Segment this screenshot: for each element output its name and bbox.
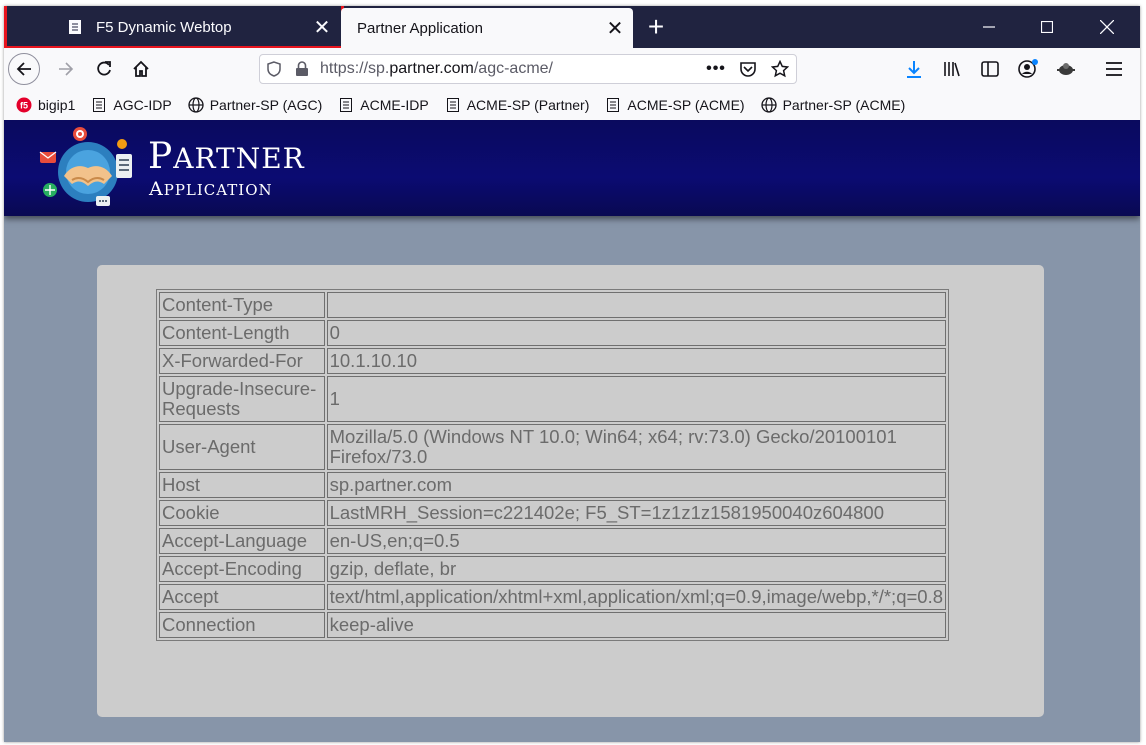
header-value-cell: LastMRH_Session=c221402e; F5_ST=1z1z1z15…: [326, 500, 946, 526]
handshake-logo-icon: [36, 124, 136, 212]
header-value-cell: [326, 292, 946, 318]
header-value-cell: gzip, deflate, br: [326, 556, 946, 582]
downloads-icon[interactable]: [898, 53, 930, 85]
new-tab-button[interactable]: +: [641, 11, 671, 42]
pocket-icon[interactable]: [732, 55, 764, 83]
shield-icon[interactable]: [260, 55, 288, 83]
table-row: Host sp.partner.com: [159, 472, 946, 498]
globe-icon: [188, 97, 204, 113]
bookmarks-toolbar: f5 bigip1 AGC-IDP Partner-SP (AGC) ACME-…: [4, 90, 1140, 120]
tab-f5-dynamic-webtop[interactable]: F5 Dynamic Webtop ✕: [52, 6, 340, 48]
site-subtitle: APPLICATION: [149, 178, 273, 200]
tab-strip: F5 Dynamic Webtop ✕ Partner Application …: [4, 6, 1140, 49]
lock-icon[interactable]: [288, 55, 316, 83]
globe-icon: [760, 97, 777, 113]
request-headers-table: Content-Type Content-Length 0 X-Forwarded-F…: [156, 289, 949, 641]
page-actions-icon[interactable]: •••: [700, 55, 732, 83]
page-icon: [338, 97, 354, 113]
site-banner: PARTNER APPLICATION: [4, 120, 1140, 216]
account-icon[interactable]: [1012, 53, 1044, 85]
maximize-button[interactable]: [1018, 6, 1076, 48]
bookmark-acme-sp-partner[interactable]: ACME-SP (Partner): [445, 97, 590, 113]
header-value-cell: Mozilla/5.0 (Windows NT 10.0; Win64; x64…: [326, 424, 946, 470]
header-name-cell: Content-Length: [159, 320, 325, 346]
bookmark-partner-sp-agc[interactable]: Partner-SP (AGC): [188, 97, 323, 113]
home-button[interactable]: [125, 53, 157, 85]
bookmark-label: ACME-SP (ACME): [627, 97, 745, 113]
bookmark-acme-idp[interactable]: ACME-IDP: [338, 97, 429, 113]
bookmark-label: ACME-IDP: [360, 97, 429, 113]
menu-icon[interactable]: [1098, 53, 1130, 85]
header-name-cell: User-Agent: [159, 424, 325, 470]
bookmark-label: bigip1: [38, 97, 76, 113]
header-name-cell: Host: [159, 472, 325, 498]
bookmark-label: Partner-SP (AGC): [209, 97, 323, 113]
site-title: PARTNER: [148, 136, 305, 177]
close-tab-icon[interactable]: ✕: [308, 13, 336, 41]
library-icon[interactable]: [936, 53, 968, 85]
header-name-cell: Connection: [159, 612, 325, 638]
header-value-cell: text/html,application/xhtml+xml,applicat…: [326, 584, 946, 610]
navigation-toolbar: https://sp.partner.com/agc-acme/ •••: [4, 48, 1140, 90]
table-row: Accept-Encoding gzip, deflate, br: [159, 556, 946, 582]
table-row: Content-Length 0: [159, 320, 946, 346]
close-tab-icon[interactable]: ✕: [601, 14, 629, 42]
bookmark-label: AGC-IDP: [113, 97, 172, 113]
header-name-cell: Cookie: [159, 500, 325, 526]
headers-card: Content-Type Content-Length 0 X-Forwarded-F…: [97, 265, 1044, 717]
forward-button[interactable]: [50, 53, 82, 85]
table-row: Upgrade-Insecure-Requests 1: [159, 376, 946, 422]
table-row: Accept-Language en-US,en;q=0.5: [159, 528, 946, 554]
table-row: Connection keep-alive: [159, 612, 946, 638]
header-value-cell: keep-alive: [326, 612, 946, 638]
header-name-cell: X-Forwarded-For: [159, 348, 325, 374]
page-icon: [66, 18, 84, 36]
table-row: Content-Type: [159, 292, 946, 318]
reload-button[interactable]: [88, 53, 120, 85]
tab-partner-application[interactable]: Partner Application ✕: [341, 8, 633, 48]
page-icon: [605, 97, 621, 113]
table-row: User-Agent Mozilla/5.0 (Windows NT 10.0; …: [159, 424, 946, 470]
close-window-button[interactable]: [1078, 6, 1136, 48]
header-name-cell: Upgrade-Insecure-Requests: [159, 376, 325, 422]
bookmark-bigip1[interactable]: f5 bigip1: [16, 97, 75, 113]
address-bar[interactable]: https://sp.partner.com/agc-acme/ •••: [259, 54, 797, 84]
header-name-cell: Content-Type: [159, 292, 325, 318]
bookmark-label: Partner-SP (ACME): [782, 97, 906, 113]
page-icon: [445, 97, 461, 113]
bookmark-acme-sp-acme[interactable]: ACME-SP (ACME): [605, 97, 745, 113]
browser-window: F5 Dynamic Webtop ✕ Partner Application …: [4, 6, 1140, 742]
url-text[interactable]: https://sp.partner.com/agc-acme/: [320, 60, 700, 78]
bookmark-agc-idp[interactable]: AGC-IDP: [91, 97, 172, 113]
header-name-cell: Accept: [159, 584, 325, 610]
header-value-cell: 10.1.10.10: [326, 348, 946, 374]
svg-text:f5: f5: [20, 101, 28, 111]
header-value-cell: sp.partner.com: [326, 472, 946, 498]
tab-label: F5 Dynamic Webtop: [96, 18, 232, 36]
page-content: PARTNER APPLICATION Content-Type Content-…: [4, 120, 1140, 742]
header-name-cell: Accept-Language: [159, 528, 325, 554]
f5-icon: f5: [16, 97, 32, 113]
table-row: X-Forwarded-For 10.1.10.10: [159, 348, 946, 374]
page-icon: [91, 97, 107, 113]
back-button[interactable]: [8, 53, 40, 85]
sidebar-icon[interactable]: [974, 53, 1006, 85]
bookmark-partner-sp-acme[interactable]: Partner-SP (ACME): [760, 97, 906, 113]
bookmark-star-icon[interactable]: [764, 55, 796, 83]
header-name-cell: Accept-Encoding: [159, 556, 325, 582]
tab-label: Partner Application: [357, 19, 483, 37]
table-row: Accept text/html,application/xhtml+xml,ap…: [159, 584, 946, 610]
bookmark-label: ACME-SP (Partner): [466, 97, 590, 113]
header-value-cell: en-US,en;q=0.5: [326, 528, 946, 554]
header-value-cell: 1: [326, 376, 946, 422]
extension-icon[interactable]: [1050, 53, 1082, 85]
minimize-button[interactable]: [960, 6, 1018, 48]
header-value-cell: 0: [326, 320, 946, 346]
table-row: Cookie LastMRH_Session=c221402e; F5_ST=1z…: [159, 500, 946, 526]
